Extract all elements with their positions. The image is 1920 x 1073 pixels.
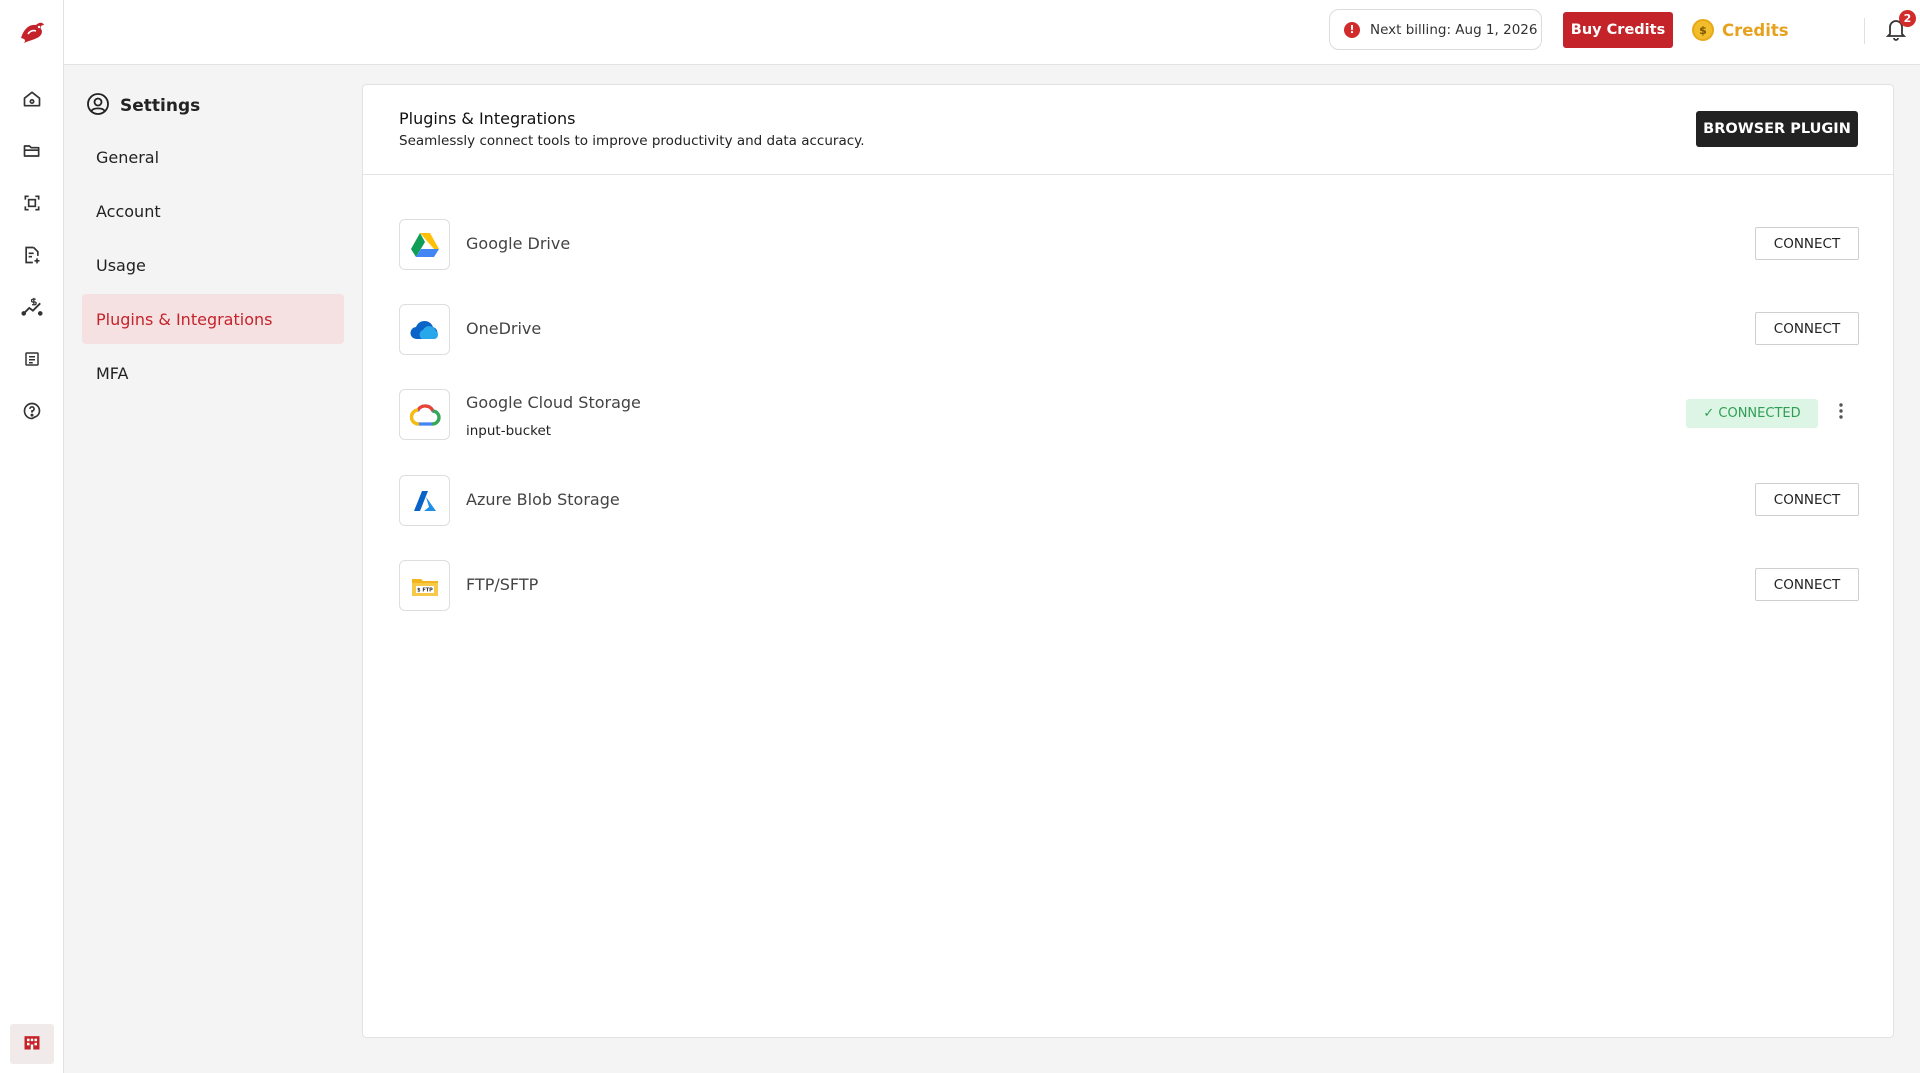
- building-icon: [22, 1032, 42, 1056]
- page-subtitle: Seamlessly connect tools to improve prod…: [399, 133, 865, 149]
- integration-row-google-cloud-storage: Google Cloud Storage input-bucket ✓ CONN…: [399, 389, 1859, 441]
- settings-item-usage[interactable]: Usage: [82, 240, 344, 290]
- folder-icon[interactable]: [20, 139, 44, 163]
- settings-item-label: Plugins & Integrations: [96, 309, 273, 329]
- settings-item-label: MFA: [96, 363, 129, 383]
- integration-name: Azure Blob Storage: [466, 490, 620, 509]
- browser-plugin-button[interactable]: BROWSER PLUGIN: [1696, 111, 1858, 147]
- notification-count-badge: 2: [1899, 10, 1916, 27]
- credits-label: Credits: [1722, 20, 1789, 40]
- info-icon: !: [1344, 21, 1360, 38]
- ftp-folder-logo-icon: $ FTP: [399, 560, 450, 611]
- notifications-button[interactable]: 2: [1884, 10, 1916, 46]
- integration-name: Google Drive: [466, 234, 571, 253]
- settings-heading: Settings: [86, 89, 200, 123]
- list-icon[interactable]: [20, 347, 44, 371]
- connect-button-google-drive[interactable]: CONNECT: [1755, 227, 1859, 260]
- header-divider: [1864, 18, 1865, 44]
- settings-item-label: Account: [96, 201, 161, 221]
- connect-button-ftp-sftp[interactable]: CONNECT: [1755, 568, 1859, 601]
- top-header: ! Next billing: Aug 1, 2026 Buy Credits …: [64, 0, 1920, 65]
- page-title: Plugins & Integrations: [399, 109, 576, 128]
- connected-status-badge: ✓ CONNECTED: [1686, 399, 1818, 428]
- app-logo-icon[interactable]: [16, 16, 48, 48]
- settings-item-account[interactable]: Account: [82, 186, 344, 236]
- user-circle-icon: [86, 92, 110, 121]
- integration-row-google-drive: Google Drive CONNECT: [399, 219, 1859, 271]
- settings-item-label: General: [96, 147, 160, 167]
- settings-item-mfa[interactable]: MFA: [82, 348, 344, 398]
- svg-text:$ FTP: $ FTP: [417, 587, 433, 593]
- integration-bucket-name: input-bucket: [466, 423, 552, 439]
- billing-text: Next billing: Aug 1, 2026: [1370, 21, 1538, 38]
- integrations-card: Plugins & Integrations Seamlessly connec…: [362, 84, 1894, 1038]
- onedrive-logo-icon: [399, 304, 450, 355]
- billing-info-pill[interactable]: ! Next billing: Aug 1, 2026: [1329, 9, 1542, 50]
- scan-icon[interactable]: [20, 191, 44, 215]
- connect-button-azure-blob-storage[interactable]: CONNECT: [1755, 483, 1859, 516]
- settings-title-text: Settings: [120, 96, 201, 116]
- bell-icon: [1884, 20, 1908, 46]
- settings-item-label: Usage: [96, 255, 146, 275]
- integration-name: Google Cloud Storage: [466, 393, 641, 412]
- integration-name: OneDrive: [466, 319, 542, 338]
- pricing-chart-icon[interactable]: [20, 295, 44, 319]
- buy-credits-button[interactable]: Buy Credits: [1563, 12, 1673, 48]
- connect-button-onedrive[interactable]: CONNECT: [1755, 312, 1859, 345]
- more-options-button[interactable]: [1831, 401, 1851, 425]
- settings-item-plugins-integrations[interactable]: Plugins & Integrations: [82, 294, 344, 344]
- settings-item-general[interactable]: General: [82, 132, 344, 182]
- settings-sidebar: Settings General Account Usage Plugins &…: [64, 65, 358, 1073]
- google-drive-logo-icon: [399, 219, 450, 270]
- integration-row-onedrive: OneDrive CONNECT: [399, 304, 1859, 356]
- integration-row-ftp-sftp: $ FTP FTP/SFTP CONNECT: [399, 560, 1859, 612]
- home-icon[interactable]: [20, 87, 44, 111]
- card-header: Plugins & Integrations Seamlessly connec…: [363, 85, 1893, 175]
- integration-name: FTP/SFTP: [466, 575, 539, 594]
- help-icon[interactable]: [20, 399, 44, 423]
- credits-button[interactable]: $ Credits: [1692, 15, 1789, 45]
- google-cloud-logo-icon: [399, 389, 450, 440]
- integration-row-azure-blob-storage: Azure Blob Storage CONNECT: [399, 475, 1859, 527]
- coin-icon: $: [1692, 19, 1714, 41]
- kebab-menu-icon: [1838, 402, 1844, 424]
- organization-button[interactable]: [10, 1024, 54, 1064]
- azure-logo-icon: [399, 475, 450, 526]
- document-add-icon[interactable]: [20, 243, 44, 267]
- left-rail: [0, 0, 64, 1073]
